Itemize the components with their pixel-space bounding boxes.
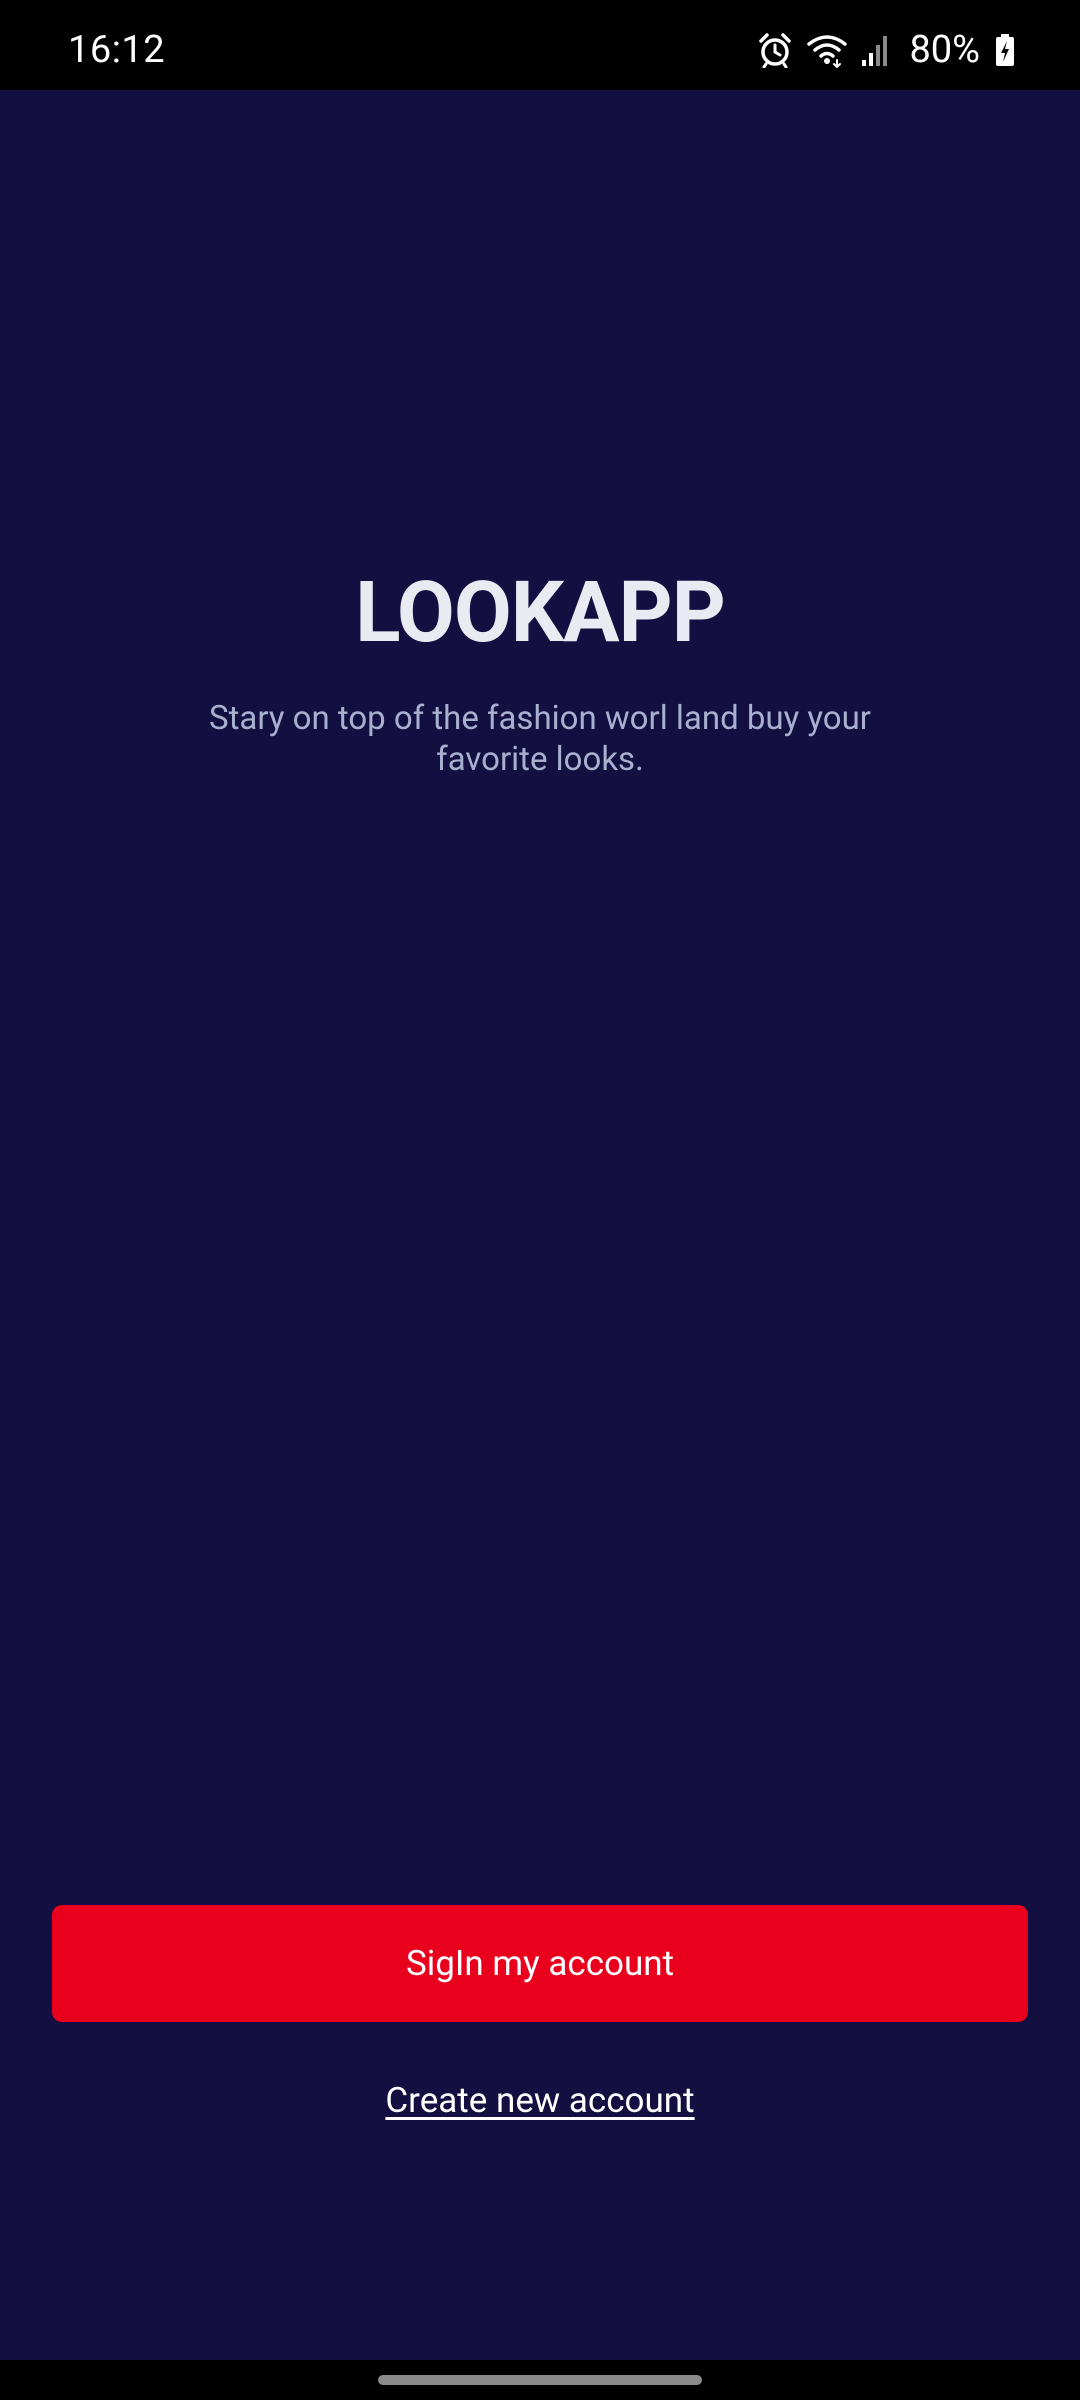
navigation-bar: [0, 2360, 1080, 2400]
home-indicator[interactable]: [378, 2375, 702, 2385]
battery-percent: 80%: [909, 28, 980, 72]
status-icons: 80%: [757, 28, 1016, 72]
status-bar: 16:12 80%: [0, 0, 1080, 90]
signal-icon: [861, 32, 891, 68]
signin-button[interactable]: SigIn my account: [52, 1905, 1028, 2022]
app-subtitle: Stary on top of the fashion worl land bu…: [209, 699, 871, 779]
battery-charging-icon: [994, 32, 1016, 68]
alarm-icon: [757, 32, 793, 68]
status-time: 16:12: [68, 28, 166, 72]
app-title: LOOKAPP: [355, 563, 726, 662]
welcome-screen: LOOKAPP Stary on top of the fashion worl…: [0, 90, 1080, 2360]
wifi-icon: [807, 32, 848, 68]
create-account-link[interactable]: Create new account: [0, 2080, 1080, 2121]
